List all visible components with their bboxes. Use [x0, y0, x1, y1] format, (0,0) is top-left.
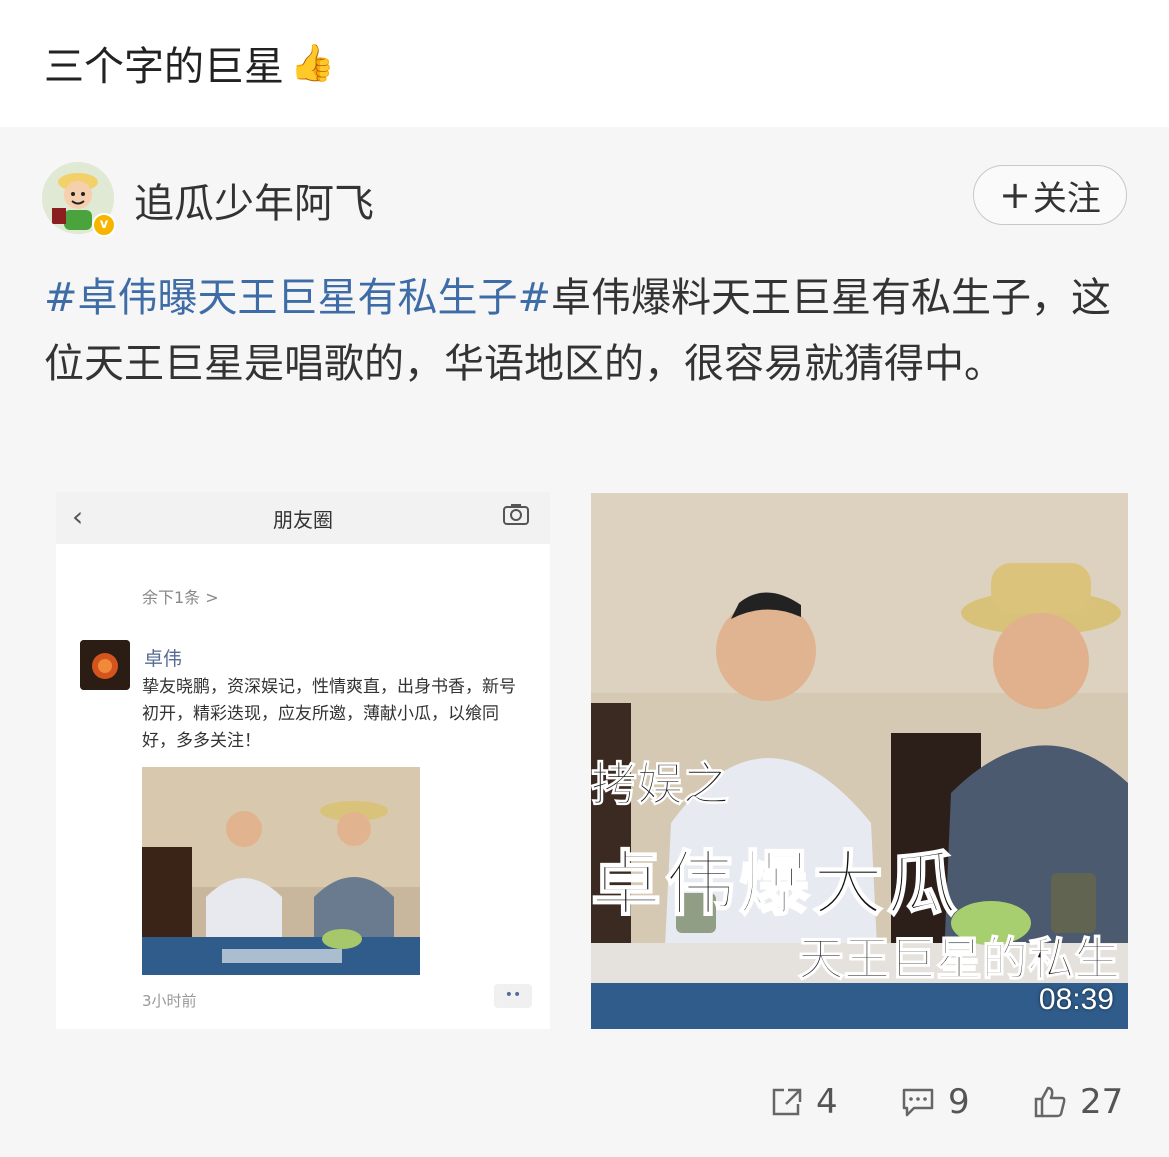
video-duration: 08:39 — [1038, 983, 1114, 1016]
thumbs-up-icon — [1034, 1086, 1066, 1118]
moments-poster-name: 卓伟 — [144, 648, 183, 670]
more-comments-link: 余下1条 > — [142, 588, 219, 607]
author-name[interactable]: 追瓜少年阿飞 — [134, 171, 374, 229]
like-count: 27 — [1080, 1082, 1124, 1122]
verified-badge-icon: v — [92, 213, 116, 237]
moments-title: 朋友圈 — [273, 508, 333, 532]
camera-icon — [503, 504, 529, 525]
like-button[interactable]: 27 — [1032, 1077, 1123, 1127]
moments-avatar — [80, 640, 130, 690]
comment-label: 三个字的巨星 — [44, 44, 284, 90]
post-body: #卓伟曝天王巨星有私生子#卓伟爆料天王巨星有私生子，这位天王巨星是唱歌的，华语地… — [44, 265, 1134, 397]
plus-icon: + — [999, 173, 1031, 217]
repost-card[interactable]: v 追瓜少年阿飞 + 关注 #卓伟曝天王巨星有私生子#卓伟爆料天王巨星有私生子，… — [0, 127, 1169, 1157]
moments-time: 3小时前 — [142, 992, 197, 1010]
comment-button[interactable]: 9 — [900, 1077, 970, 1127]
follow-button[interactable]: + 关注 — [973, 165, 1127, 225]
action-bar: 4 9 27 — [0, 1077, 1169, 1127]
video-caption-title: 卓伟爆大瓜 — [591, 841, 961, 926]
moments-photo — [142, 767, 420, 975]
post-image-moments[interactable]: ‹ 朋友圈 余下1条 > 卓伟 挚友晓鹏，资深娱记，性情爽直，出身书香，新号初开… — [56, 492, 550, 1029]
share-count: 4 — [816, 1082, 838, 1122]
video-caption-small: 拷娱之 — [591, 757, 730, 812]
moments-text: 挚友晓鹏，资深娱记，性情爽直，出身书香，新号初开，精彩迭现，应友所邀，薄献小瓜，… — [142, 677, 516, 751]
post-video-thumbnail[interactable]: 拷娱之 卓伟爆大瓜 天王巨星的私生 08:39 — [591, 493, 1128, 1029]
thumbs-up-emoji: 👍 — [290, 43, 335, 84]
follow-label: 关注 — [1032, 178, 1101, 219]
hashtag-link[interactable]: #卓伟曝天王巨星有私生子# — [44, 275, 551, 321]
moments-more-button: •• — [494, 984, 532, 1008]
comment-count: 9 — [948, 1082, 970, 1122]
comment-icon — [902, 1088, 934, 1117]
share-button[interactable]: 4 — [770, 1077, 838, 1127]
share-icon — [772, 1088, 802, 1116]
comment-text: 三个字的巨星 👍 — [44, 28, 335, 98]
moments-header: ‹ 朋友圈 — [56, 492, 550, 544]
video-caption-sub: 天王巨星的私生 — [797, 931, 1121, 987]
